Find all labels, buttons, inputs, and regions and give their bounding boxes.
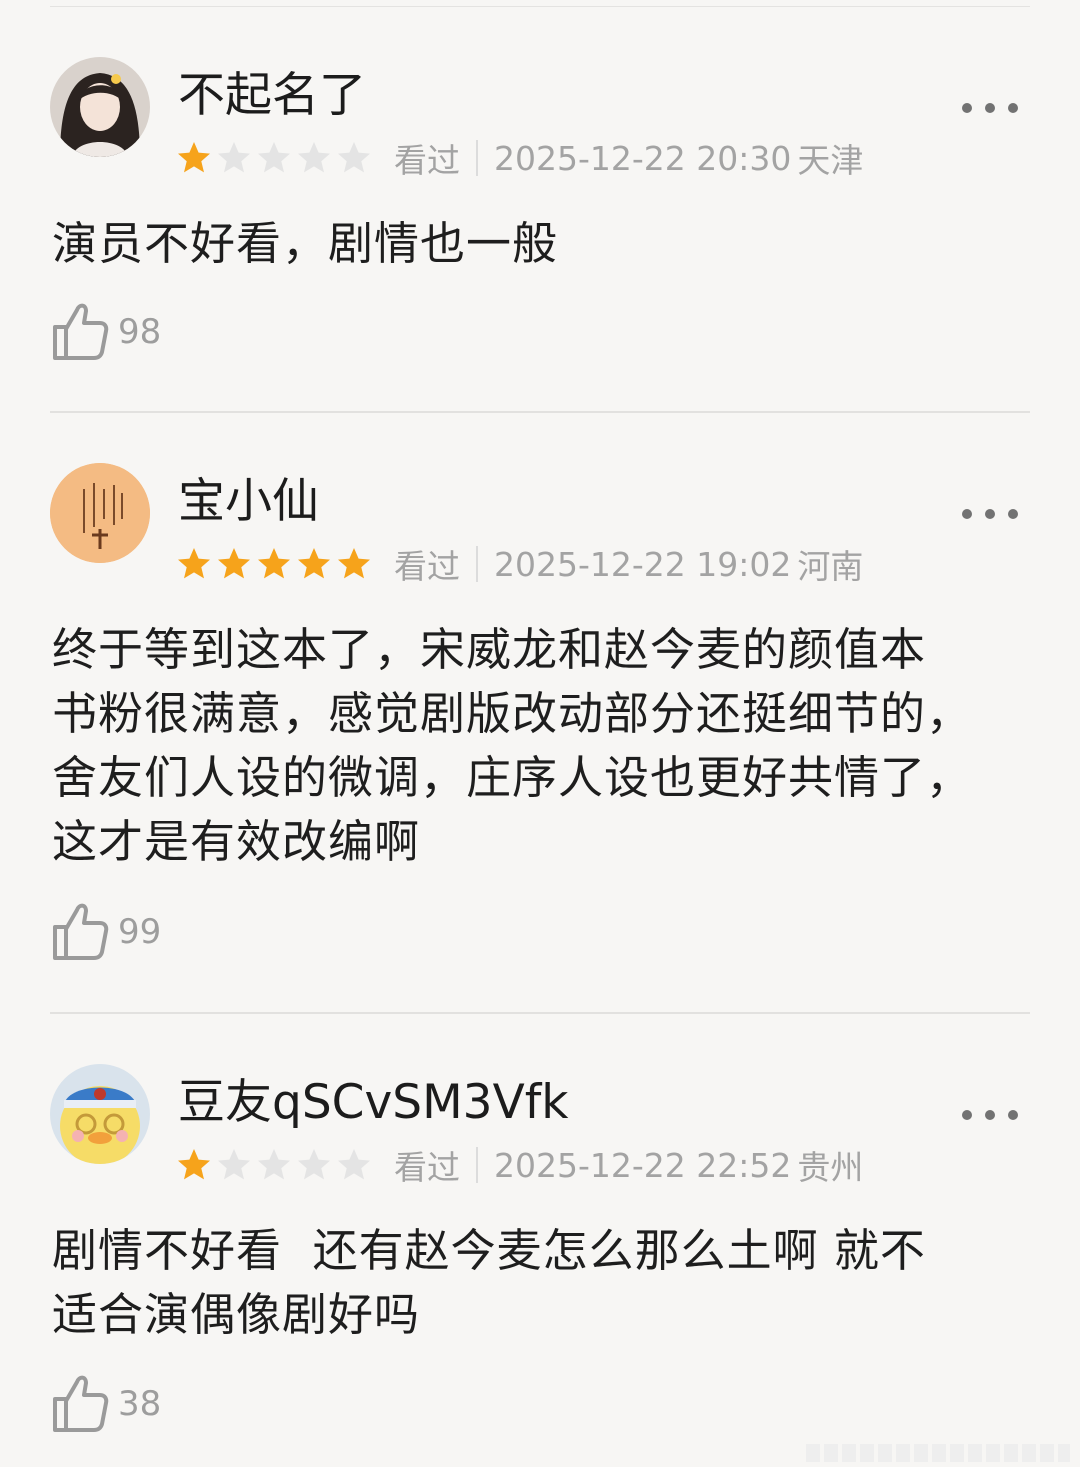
star-empty-icon xyxy=(298,142,330,173)
like-button[interactable]: 98 xyxy=(50,298,161,362)
star-filled-icon xyxy=(298,548,330,579)
more-options-button[interactable] xyxy=(962,1100,1018,1130)
meta-separator xyxy=(476,1147,478,1183)
review-comment: 终于等到这本了，宋威龙和赵今麦的颜值本 书粉很满意，感觉剧版改动部分还挺细节的，… xyxy=(52,623,973,868)
review-datetime: 2025-12-22 19:02 xyxy=(494,544,792,584)
review-location: 河南 xyxy=(797,547,864,586)
thumbs-up-icon xyxy=(53,303,109,360)
watch-status: 看过 xyxy=(394,1148,460,1187)
star-empty-icon xyxy=(338,1149,370,1180)
dot-icon xyxy=(962,103,972,113)
star-empty-icon xyxy=(218,1149,250,1180)
star-filled-icon xyxy=(178,1149,210,1180)
dot-icon xyxy=(1008,1110,1018,1120)
star-filled-icon xyxy=(178,142,210,173)
star-rating xyxy=(176,546,372,582)
like-button[interactable]: 38 xyxy=(50,1370,161,1434)
username[interactable]: 宝小仙 xyxy=(178,478,319,525)
review-meta: 看过 2025-12-22 20:30 天津 xyxy=(176,138,863,180)
like-button[interactable]: 99 xyxy=(50,898,161,962)
review-datetime: 2025-12-22 20:30 xyxy=(494,138,792,178)
star-rating xyxy=(176,140,372,176)
more-options-button[interactable] xyxy=(962,499,1018,529)
watch-status: 看过 xyxy=(394,141,460,180)
review-meta: 看过 2025-12-22 22:52 贵州 xyxy=(176,1145,863,1187)
review-location: 天津 xyxy=(797,141,864,180)
star-filled-icon xyxy=(218,548,250,579)
thumbs-up-icon xyxy=(53,1375,109,1432)
top-divider xyxy=(50,6,1030,7)
star-empty-icon xyxy=(298,1149,330,1180)
dot-icon xyxy=(985,103,995,113)
star-empty-icon xyxy=(218,142,250,173)
dot-icon xyxy=(985,509,995,519)
username[interactable]: 豆友qSCvSM3Vfk xyxy=(178,1079,569,1126)
star-rating xyxy=(176,1147,372,1183)
like-count: 38 xyxy=(118,1384,162,1424)
review-datetime: 2025-12-22 22:52 xyxy=(494,1145,792,1185)
star-filled-icon xyxy=(178,548,210,579)
avatar[interactable] xyxy=(50,463,150,563)
star-filled-icon xyxy=(258,548,290,579)
dot-icon xyxy=(962,509,972,519)
meta-separator xyxy=(476,546,478,582)
like-count: 98 xyxy=(118,312,162,352)
star-empty-icon xyxy=(258,142,290,173)
star-filled-icon xyxy=(338,548,370,579)
review-location: 贵州 xyxy=(797,1148,864,1187)
dot-icon xyxy=(985,1110,995,1120)
like-count: 99 xyxy=(118,912,162,952)
review-meta: 看过 2025-12-22 19:02 河南 xyxy=(176,544,863,586)
thumbs-up-icon xyxy=(53,903,109,960)
dot-icon xyxy=(1008,509,1018,519)
avatar[interactable] xyxy=(50,1064,150,1164)
username[interactable]: 不起名了 xyxy=(178,72,366,119)
review-divider xyxy=(50,411,1030,413)
review-comment: 剧情不好看 还有赵今麦怎么那么土啊 就不 适合演偶像剧好吗 xyxy=(52,1224,926,1341)
meta-separator xyxy=(476,140,478,176)
watch-status: 看过 xyxy=(394,547,460,586)
star-empty-icon xyxy=(338,142,370,173)
watermark xyxy=(806,1444,1070,1462)
more-options-button[interactable] xyxy=(962,93,1018,123)
review-comment: 演员不好看，剧情也一般 xyxy=(52,217,559,270)
star-empty-icon xyxy=(258,1149,290,1180)
review-divider xyxy=(50,1012,1030,1014)
dot-icon xyxy=(962,1110,972,1120)
dot-icon xyxy=(1008,103,1018,113)
avatar[interactable] xyxy=(50,57,150,157)
